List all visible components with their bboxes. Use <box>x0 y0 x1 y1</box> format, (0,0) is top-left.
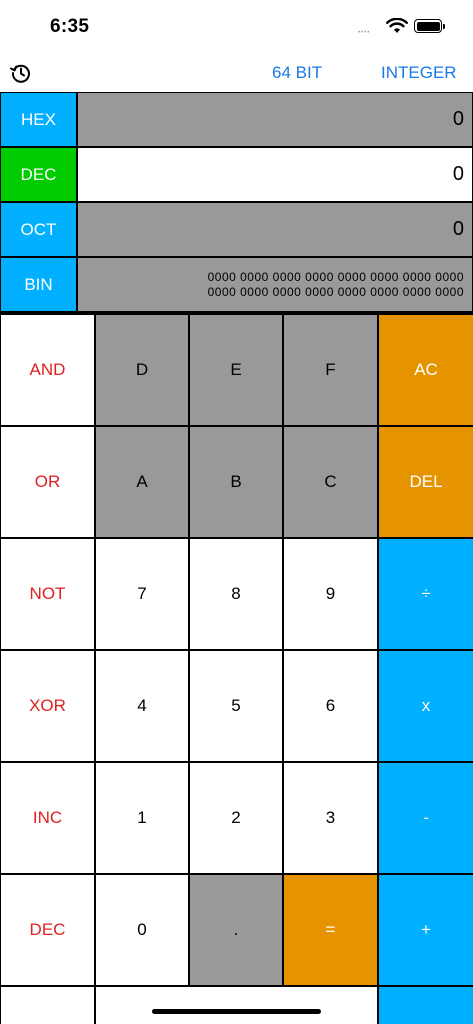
dec-label[interactable]: DEC <box>1 148 76 201</box>
digit-7-button[interactable]: 7 <box>96 539 188 649</box>
digit-1-button[interactable]: 1 <box>96 763 188 873</box>
bin-label[interactable]: BIN <box>1 258 76 311</box>
digit-4-button[interactable]: 4 <box>96 651 188 761</box>
bin-row[interactable]: BIN 0000 0000 0000 0000 0000 0000 0000 0… <box>0 257 473 312</box>
hex-f-button[interactable]: F <box>284 315 377 425</box>
xor-button[interactable]: XOR <box>1 651 94 761</box>
base-display: HEX 0 DEC 0 OCT 0 BIN 0000 0000 0000 000… <box>0 92 473 314</box>
digit-6-button[interactable]: 6 <box>284 651 377 761</box>
dec-value: 0 <box>78 148 472 201</box>
delete-button[interactable]: DEL <box>379 427 473 537</box>
battery-icon <box>414 19 442 33</box>
oct-row[interactable]: OCT 0 <box>0 202 473 257</box>
partial-key-2[interactable] <box>96 987 377 1024</box>
hex-value: 0 <box>78 93 472 146</box>
hex-e-button[interactable]: E <box>190 315 282 425</box>
signal-icon: •••• <box>358 30 371 36</box>
keypad: AND D E F AC OR A B C DEL NOT 7 8 9 ÷ XO… <box>0 314 473 1024</box>
plus-button[interactable]: + <box>379 875 473 985</box>
equals-button[interactable]: = <box>284 875 377 985</box>
partial-key-1[interactable] <box>1 987 94 1024</box>
dec-button[interactable]: DEC <box>1 875 94 985</box>
bin-value: 0000 0000 0000 0000 0000 0000 0000 0000 … <box>78 258 472 311</box>
hex-a-button[interactable]: A <box>96 427 188 537</box>
hex-label[interactable]: HEX <box>1 93 76 146</box>
dec-row[interactable]: DEC 0 <box>0 147 473 202</box>
bit-size-button[interactable]: 64 BIT <box>272 63 322 83</box>
not-button[interactable]: NOT <box>1 539 94 649</box>
battery-tip <box>443 24 445 29</box>
digit-3-button[interactable]: 3 <box>284 763 377 873</box>
status-bar: 6:35 •••• <box>0 0 473 54</box>
oct-label[interactable]: OCT <box>1 203 76 256</box>
or-button[interactable]: OR <box>1 427 94 537</box>
hex-row[interactable]: HEX 0 <box>0 92 473 147</box>
all-clear-button[interactable]: AC <box>379 315 473 425</box>
partial-key-3[interactable] <box>379 987 473 1024</box>
digit-9-button[interactable]: 9 <box>284 539 377 649</box>
digit-0-button[interactable]: 0 <box>96 875 188 985</box>
history-icon[interactable] <box>10 62 32 84</box>
hex-d-button[interactable]: D <box>96 315 188 425</box>
wifi-icon <box>386 18 408 33</box>
divide-button[interactable]: ÷ <box>379 539 473 649</box>
dot-button[interactable]: . <box>190 875 282 985</box>
digit-8-button[interactable]: 8 <box>190 539 282 649</box>
mode-button[interactable]: INTEGER <box>381 63 457 83</box>
status-time: 6:35 <box>50 16 90 37</box>
minus-button[interactable]: - <box>379 763 473 873</box>
multiply-button[interactable]: x <box>379 651 473 761</box>
inc-button[interactable]: INC <box>1 763 94 873</box>
hex-b-button[interactable]: B <box>190 427 282 537</box>
hex-c-button[interactable]: C <box>284 427 377 537</box>
oct-value: 0 <box>78 203 472 256</box>
digit-2-button[interactable]: 2 <box>190 763 282 873</box>
home-indicator <box>152 1009 321 1014</box>
and-button[interactable]: AND <box>1 315 94 425</box>
digit-5-button[interactable]: 5 <box>190 651 282 761</box>
nav-bar: 64 BIT INTEGER <box>0 54 473 92</box>
